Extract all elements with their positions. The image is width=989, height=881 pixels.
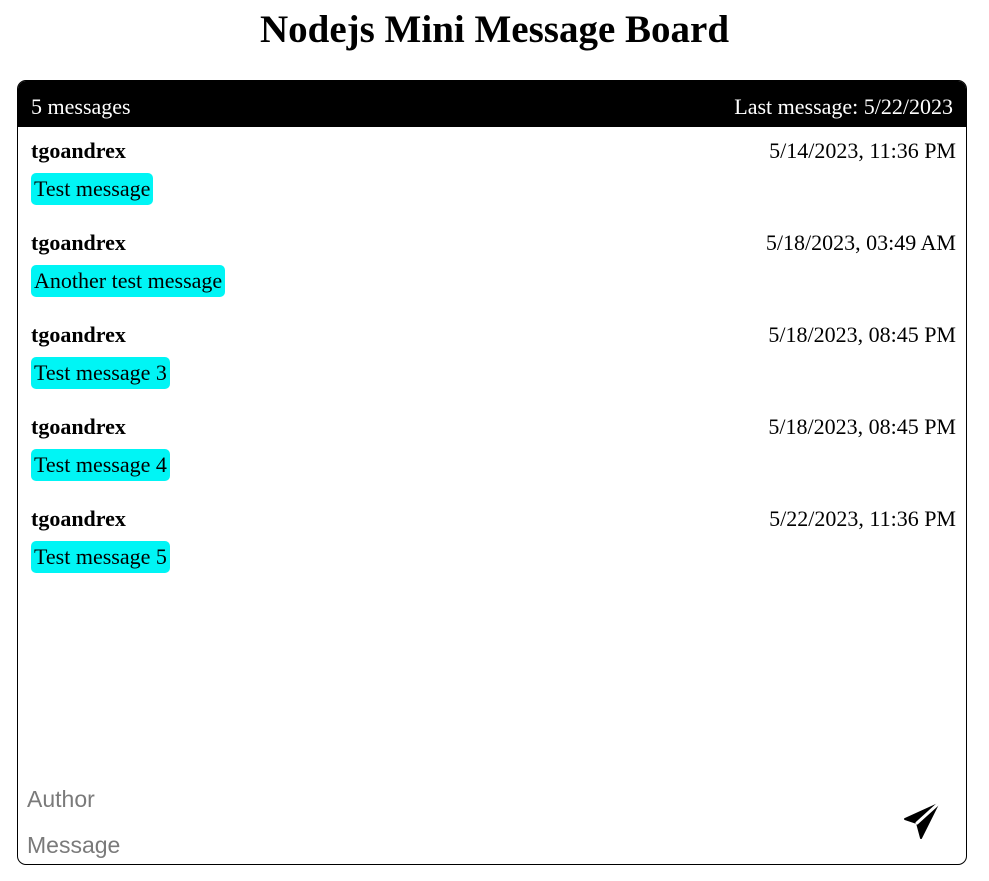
message-date: 5/18/2023, 03:49 AM xyxy=(765,230,956,255)
message-item: tgoandrex 5/18/2023, 08:45 PM Test messa… xyxy=(31,403,956,483)
message-author: tgoandrex xyxy=(31,138,126,163)
message-item: tgoandrex 5/22/2023, 11:36 PM Test messa… xyxy=(31,495,956,575)
message-author: tgoandrex xyxy=(31,414,126,439)
message-item: tgoandrex 5/18/2023, 08:45 PM Test messa… xyxy=(31,311,956,391)
message-item: tgoandrex 5/18/2023, 03:49 AM Another te… xyxy=(31,219,956,299)
message-text: Another test message xyxy=(31,265,226,297)
message-input[interactable] xyxy=(27,829,847,861)
message-date: 5/18/2023, 08:45 PM xyxy=(768,414,956,439)
message-author: tgoandrex xyxy=(31,322,126,347)
message-count: 5 messages xyxy=(31,94,131,119)
message-text: Test message xyxy=(31,173,154,205)
board-header: 5 messages Last message: 5/22/2023 xyxy=(18,81,966,127)
message-date: 5/18/2023, 08:45 PM xyxy=(768,322,956,347)
paper-plane-icon xyxy=(904,802,940,839)
message-board: 5 messages Last message: 5/22/2023 tgoan… xyxy=(17,80,967,865)
page-title: Nodejs Mini Message Board xyxy=(259,8,730,51)
message-text: Test message 5 xyxy=(31,541,170,573)
message-author: tgoandrex xyxy=(31,506,126,531)
message-text: Test message 4 xyxy=(31,449,170,481)
send-button[interactable] xyxy=(902,801,942,841)
message-date: 5/14/2023, 11:36 PM xyxy=(769,138,956,163)
message-date: 5/22/2023, 11:36 PM xyxy=(769,506,956,531)
author-input[interactable] xyxy=(27,783,847,815)
message-author: tgoandrex xyxy=(31,230,126,255)
last-message-date: Last message: 5/22/2023 xyxy=(734,94,953,119)
message-text: Test message 3 xyxy=(31,357,170,389)
message-item: tgoandrex 5/14/2023, 11:36 PM Test messa… xyxy=(31,127,956,207)
